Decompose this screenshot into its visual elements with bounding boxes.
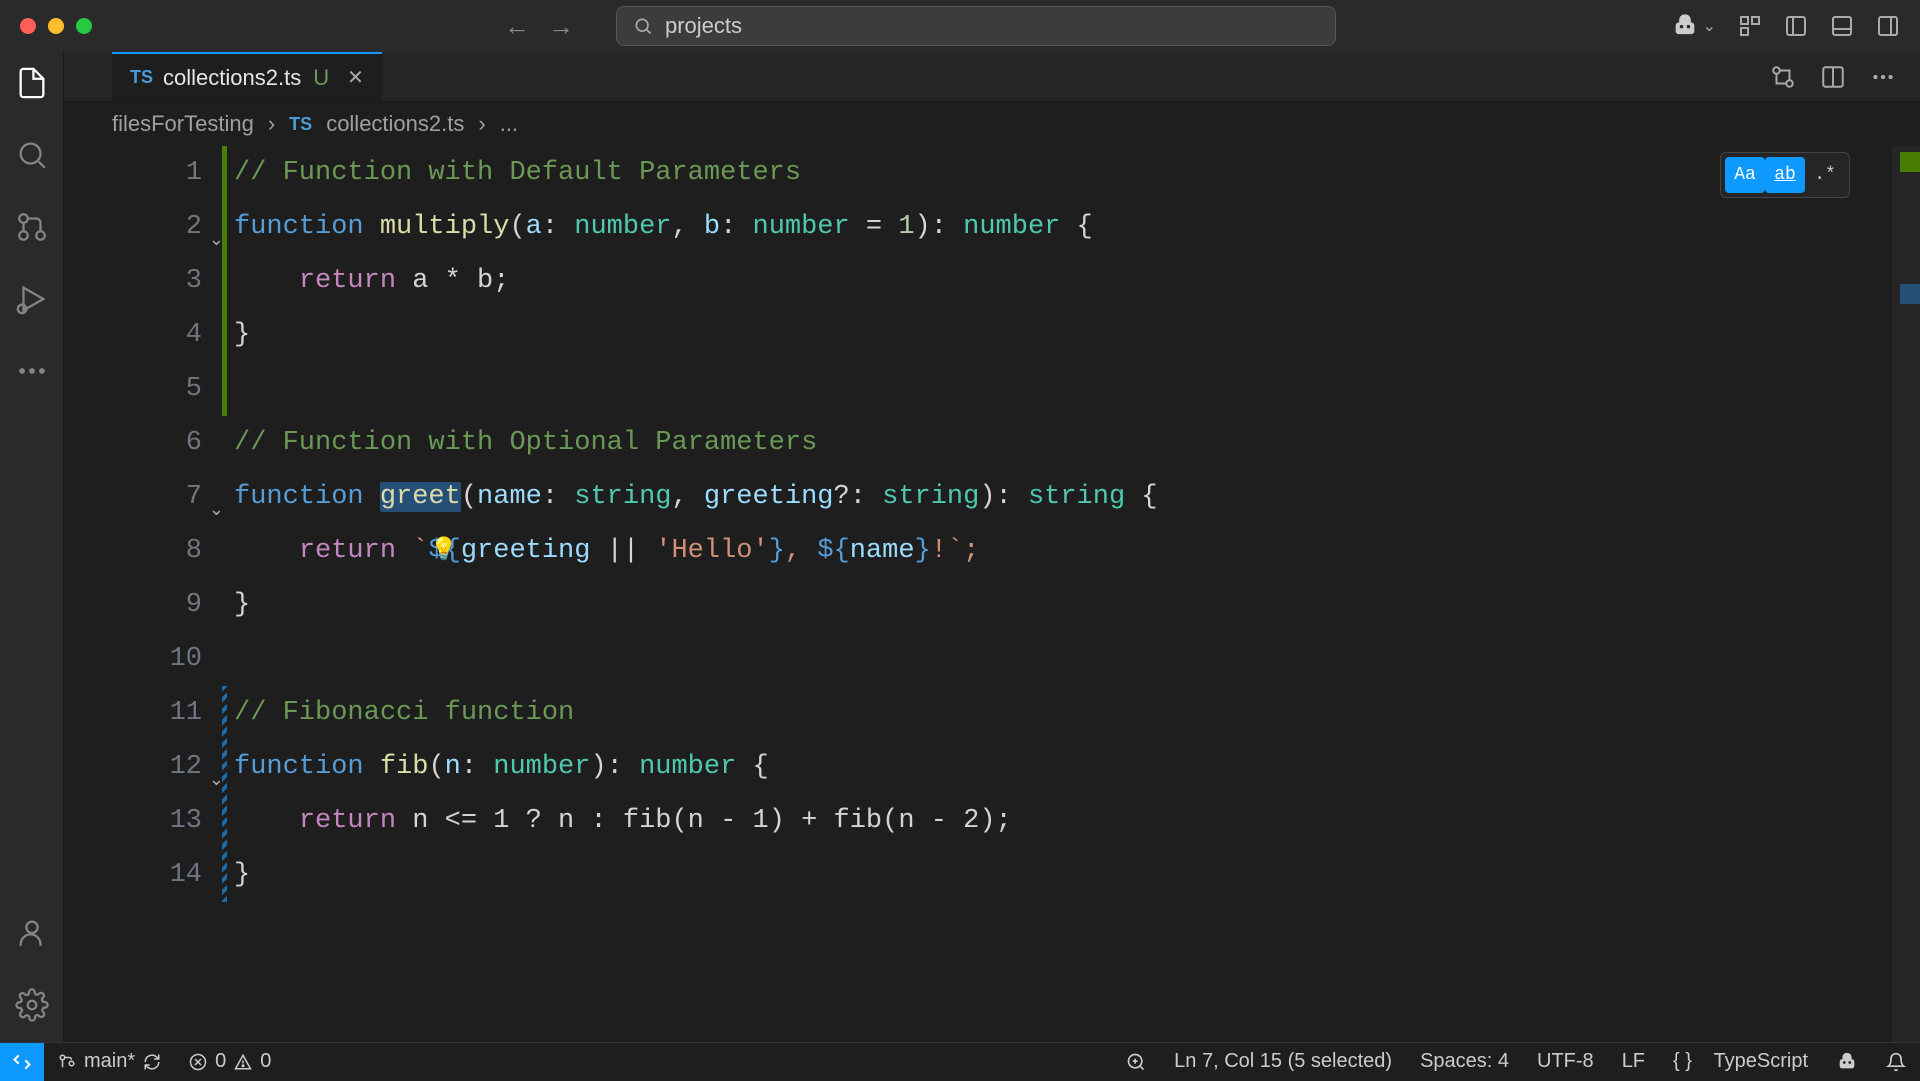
editor: TS collections2.ts U ✕ filesForTesting › [64, 52, 1920, 1042]
breadcrumb-more[interactable]: ... [500, 111, 518, 137]
typescript-file-icon: TS [289, 114, 312, 135]
eol[interactable]: LF [1608, 1050, 1659, 1073]
indentation[interactable]: Spaces: 4 [1406, 1050, 1523, 1073]
code-lines[interactable]: // Function with Default Parameters func… [234, 146, 1920, 1042]
search-text: projects [665, 13, 742, 39]
language-mode[interactable]: { } TypeScript [1659, 1050, 1822, 1073]
close-window[interactable] [20, 18, 36, 34]
command-center[interactable]: projects [616, 6, 1336, 46]
split-editor-icon[interactable] [1820, 64, 1846, 90]
copilot-status-icon[interactable] [1822, 1051, 1872, 1073]
explorer-icon[interactable] [15, 66, 49, 100]
problems[interactable]: 0 0 [175, 1050, 285, 1073]
toggle-secondary-sidebar-icon[interactable] [1876, 14, 1900, 38]
breadcrumb-folder[interactable]: filesForTesting [112, 111, 254, 137]
breadcrumb-separator: › [478, 111, 485, 137]
notifications-icon[interactable] [1872, 1052, 1920, 1072]
toggle-panel-icon[interactable] [1830, 14, 1854, 38]
zoom-icon[interactable] [1112, 1052, 1160, 1072]
breadcrumb-file[interactable]: collections2.ts [326, 111, 464, 137]
sync-icon[interactable] [143, 1053, 161, 1071]
tabs: TS collections2.ts U ✕ [64, 52, 1920, 102]
whole-word-button[interactable]: ab [1765, 157, 1805, 193]
layout-customize-icon[interactable] [1738, 14, 1762, 38]
minimize-window[interactable] [48, 18, 64, 34]
minimap[interactable] [1892, 146, 1920, 1042]
toggle-sidebar-icon[interactable] [1784, 14, 1808, 38]
search-icon [633, 16, 653, 36]
source-control-icon[interactable] [15, 210, 49, 244]
breadcrumb[interactable]: filesForTesting › TS collections2.ts › .… [64, 102, 1920, 146]
fold-icon[interactable]: ⌄ [209, 754, 224, 808]
find-options: Aa ab .* [1720, 152, 1850, 198]
copilot-icon[interactable]: ⌄ [1671, 12, 1716, 40]
nav-back[interactable]: ← [504, 11, 530, 42]
run-debug-icon[interactable] [15, 282, 49, 316]
search-activity-icon[interactable] [15, 138, 49, 172]
typescript-file-icon: TS [130, 67, 153, 88]
maximize-window[interactable] [76, 18, 92, 34]
titlebar: ← → projects ⌄ [0, 0, 1920, 52]
code-viewport[interactable]: Aa ab .* 1 2⌄ 3 4 5 6 7⌄ 8 9 10 11 12⌄ 1… [64, 146, 1920, 1042]
fold-icon[interactable]: ⌄ [209, 484, 224, 538]
lightbulb-icon[interactable]: 💡 [430, 524, 457, 578]
cursor-position[interactable]: Ln 7, Col 15 (5 selected) [1160, 1050, 1406, 1073]
compare-changes-icon[interactable] [1770, 64, 1796, 90]
breadcrumb-separator: › [268, 111, 275, 137]
gutter: 1 2⌄ 3 4 5 6 7⌄ 8 9 10 11 12⌄ 13 14 [64, 146, 234, 1042]
more-actions-icon[interactable] [1870, 64, 1896, 90]
window-controls [20, 18, 92, 34]
nav-forward[interactable]: → [548, 11, 574, 42]
account-icon[interactable] [15, 916, 49, 950]
tab-git-status: U [313, 65, 329, 91]
settings-gear-icon[interactable] [15, 988, 49, 1022]
match-case-button[interactable]: Aa [1725, 157, 1765, 193]
more-icon[interactable] [15, 354, 49, 388]
fold-icon[interactable]: ⌄ [209, 214, 224, 268]
remote-indicator[interactable] [0, 1043, 44, 1081]
regex-button[interactable]: .* [1805, 157, 1845, 193]
tab-collections2[interactable]: TS collections2.ts U ✕ [112, 52, 382, 101]
selected-text: greet [380, 482, 461, 512]
statusbar: main* 0 0 Ln 7, Col 15 (5 selected) Spac… [0, 1042, 1920, 1080]
close-tab-icon[interactable]: ✕ [347, 65, 364, 90]
activity-bar [0, 52, 64, 1042]
encoding[interactable]: UTF-8 [1523, 1050, 1608, 1073]
git-branch[interactable]: main* [44, 1050, 175, 1073]
tab-filename: collections2.ts [163, 65, 301, 91]
